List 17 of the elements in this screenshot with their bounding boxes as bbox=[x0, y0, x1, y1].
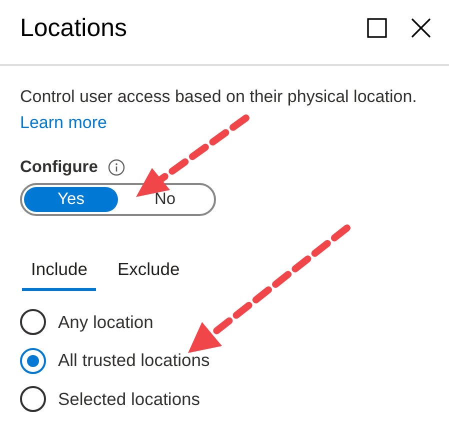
toggle-option[interactable]: No bbox=[118, 187, 212, 212]
close-icon[interactable] bbox=[410, 17, 432, 39]
radio-button[interactable] bbox=[20, 309, 46, 336]
panel-title: Locations bbox=[20, 14, 128, 44]
radio-button[interactable] bbox=[20, 386, 46, 412]
learn-more-link[interactable]: Learn more bbox=[20, 113, 107, 132]
radio-label: Any location bbox=[58, 312, 154, 333]
configure-label: Configure bbox=[20, 158, 98, 177]
info-icon[interactable] bbox=[108, 159, 125, 176]
radio-label: All trusted locations bbox=[58, 350, 210, 372]
tab[interactable]: Exclude bbox=[108, 254, 189, 291]
maximize-icon[interactable] bbox=[366, 17, 388, 39]
radio-label: Selected locations bbox=[58, 388, 200, 410]
toggle-option[interactable]: Yes bbox=[24, 187, 118, 212]
radio-button[interactable] bbox=[20, 348, 46, 374]
description-text: Control user access based on their physical location. Learn more bbox=[20, 86, 418, 134]
tab[interactable]: Include bbox=[22, 254, 96, 291]
